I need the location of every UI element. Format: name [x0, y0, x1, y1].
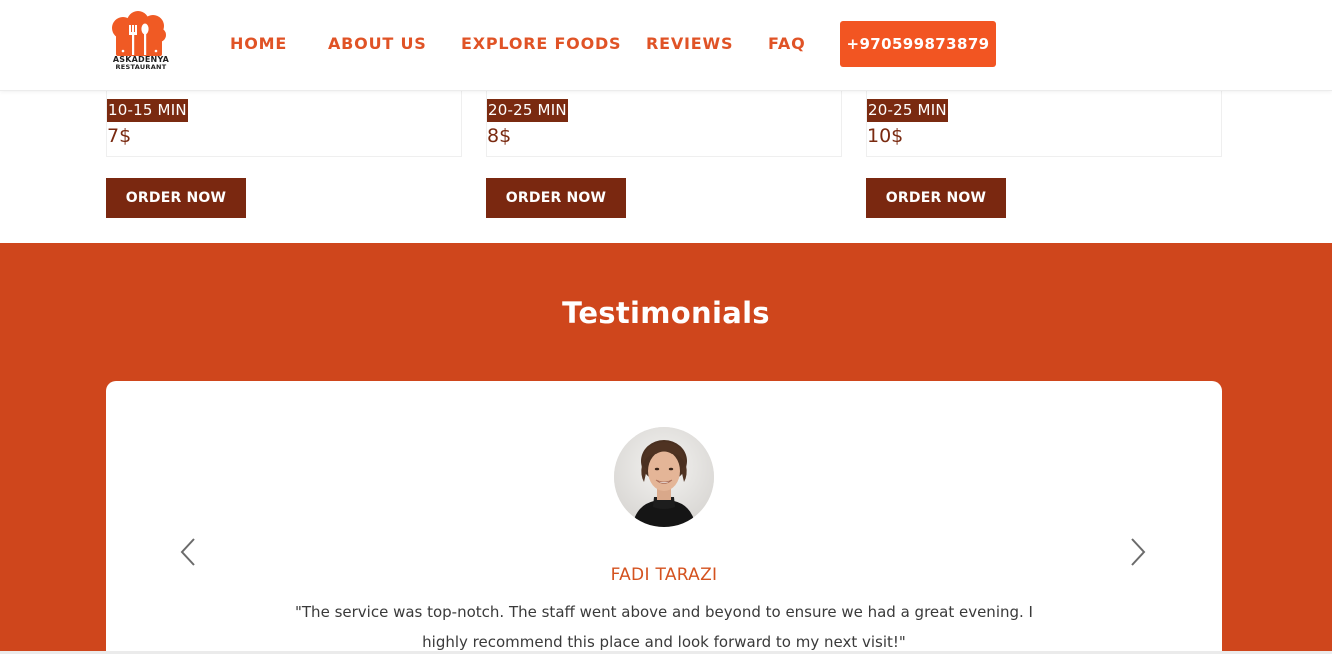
- phone-button[interactable]: +970599873879: [840, 21, 996, 67]
- section-title: Testimonials: [562, 296, 770, 330]
- reviewer-name: FADI TARAZI: [610, 565, 718, 585]
- order-now-button[interactable]: ORDER NOW: [486, 178, 626, 218]
- prep-time-badge: 20-25 MIN: [487, 99, 568, 122]
- chevron-left-icon[interactable]: [179, 537, 199, 567]
- food-card: 20-25 MIN 8$: [486, 91, 842, 157]
- brand-subtitle: RESTAURANT: [115, 63, 167, 71]
- order-now-button[interactable]: ORDER NOW: [866, 178, 1006, 218]
- food-price: 8$: [487, 125, 512, 147]
- testimonials-section: Testimonials FADI TARAZI "The service wa…: [0, 243, 1332, 654]
- nav-home[interactable]: HOME: [230, 34, 287, 54]
- prep-time-badge: 20-25 MIN: [867, 99, 948, 122]
- food-card: 10-15 MIN 7$: [106, 91, 462, 157]
- prep-time-badge: 10-15 MIN: [107, 99, 188, 122]
- site-header: ASKADENYA RESTAURANT HOME ABOUT US EXPLO…: [0, 0, 1332, 91]
- brand-logo[interactable]: ASKADENYA RESTAURANT: [111, 11, 171, 73]
- nav-faq[interactable]: FAQ: [768, 34, 805, 54]
- page: ASKADENYA RESTAURANT HOME ABOUT US EXPLO…: [0, 0, 1332, 654]
- nav-explore-foods[interactable]: EXPLORE FOODS: [461, 34, 621, 54]
- food-card: 20-25 MIN 10$: [866, 91, 1222, 157]
- avatar-portrait-icon: [614, 427, 714, 527]
- chef-hat-fork-spoon-icon: [112, 11, 166, 56]
- avatar: [614, 427, 714, 527]
- testimonial-quote: "The service was top-notch. The staff we…: [295, 603, 1033, 651]
- food-price: 10$: [867, 125, 904, 147]
- nav-reviews[interactable]: REVIEWS: [646, 34, 733, 54]
- nav-about-us[interactable]: ABOUT US: [328, 34, 427, 54]
- food-price: 7$: [107, 125, 132, 147]
- testimonial-card: FADI TARAZI "The service was top-notch. …: [106, 381, 1222, 654]
- chevron-right-icon[interactable]: [1127, 537, 1147, 567]
- order-now-button[interactable]: ORDER NOW: [106, 178, 246, 218]
